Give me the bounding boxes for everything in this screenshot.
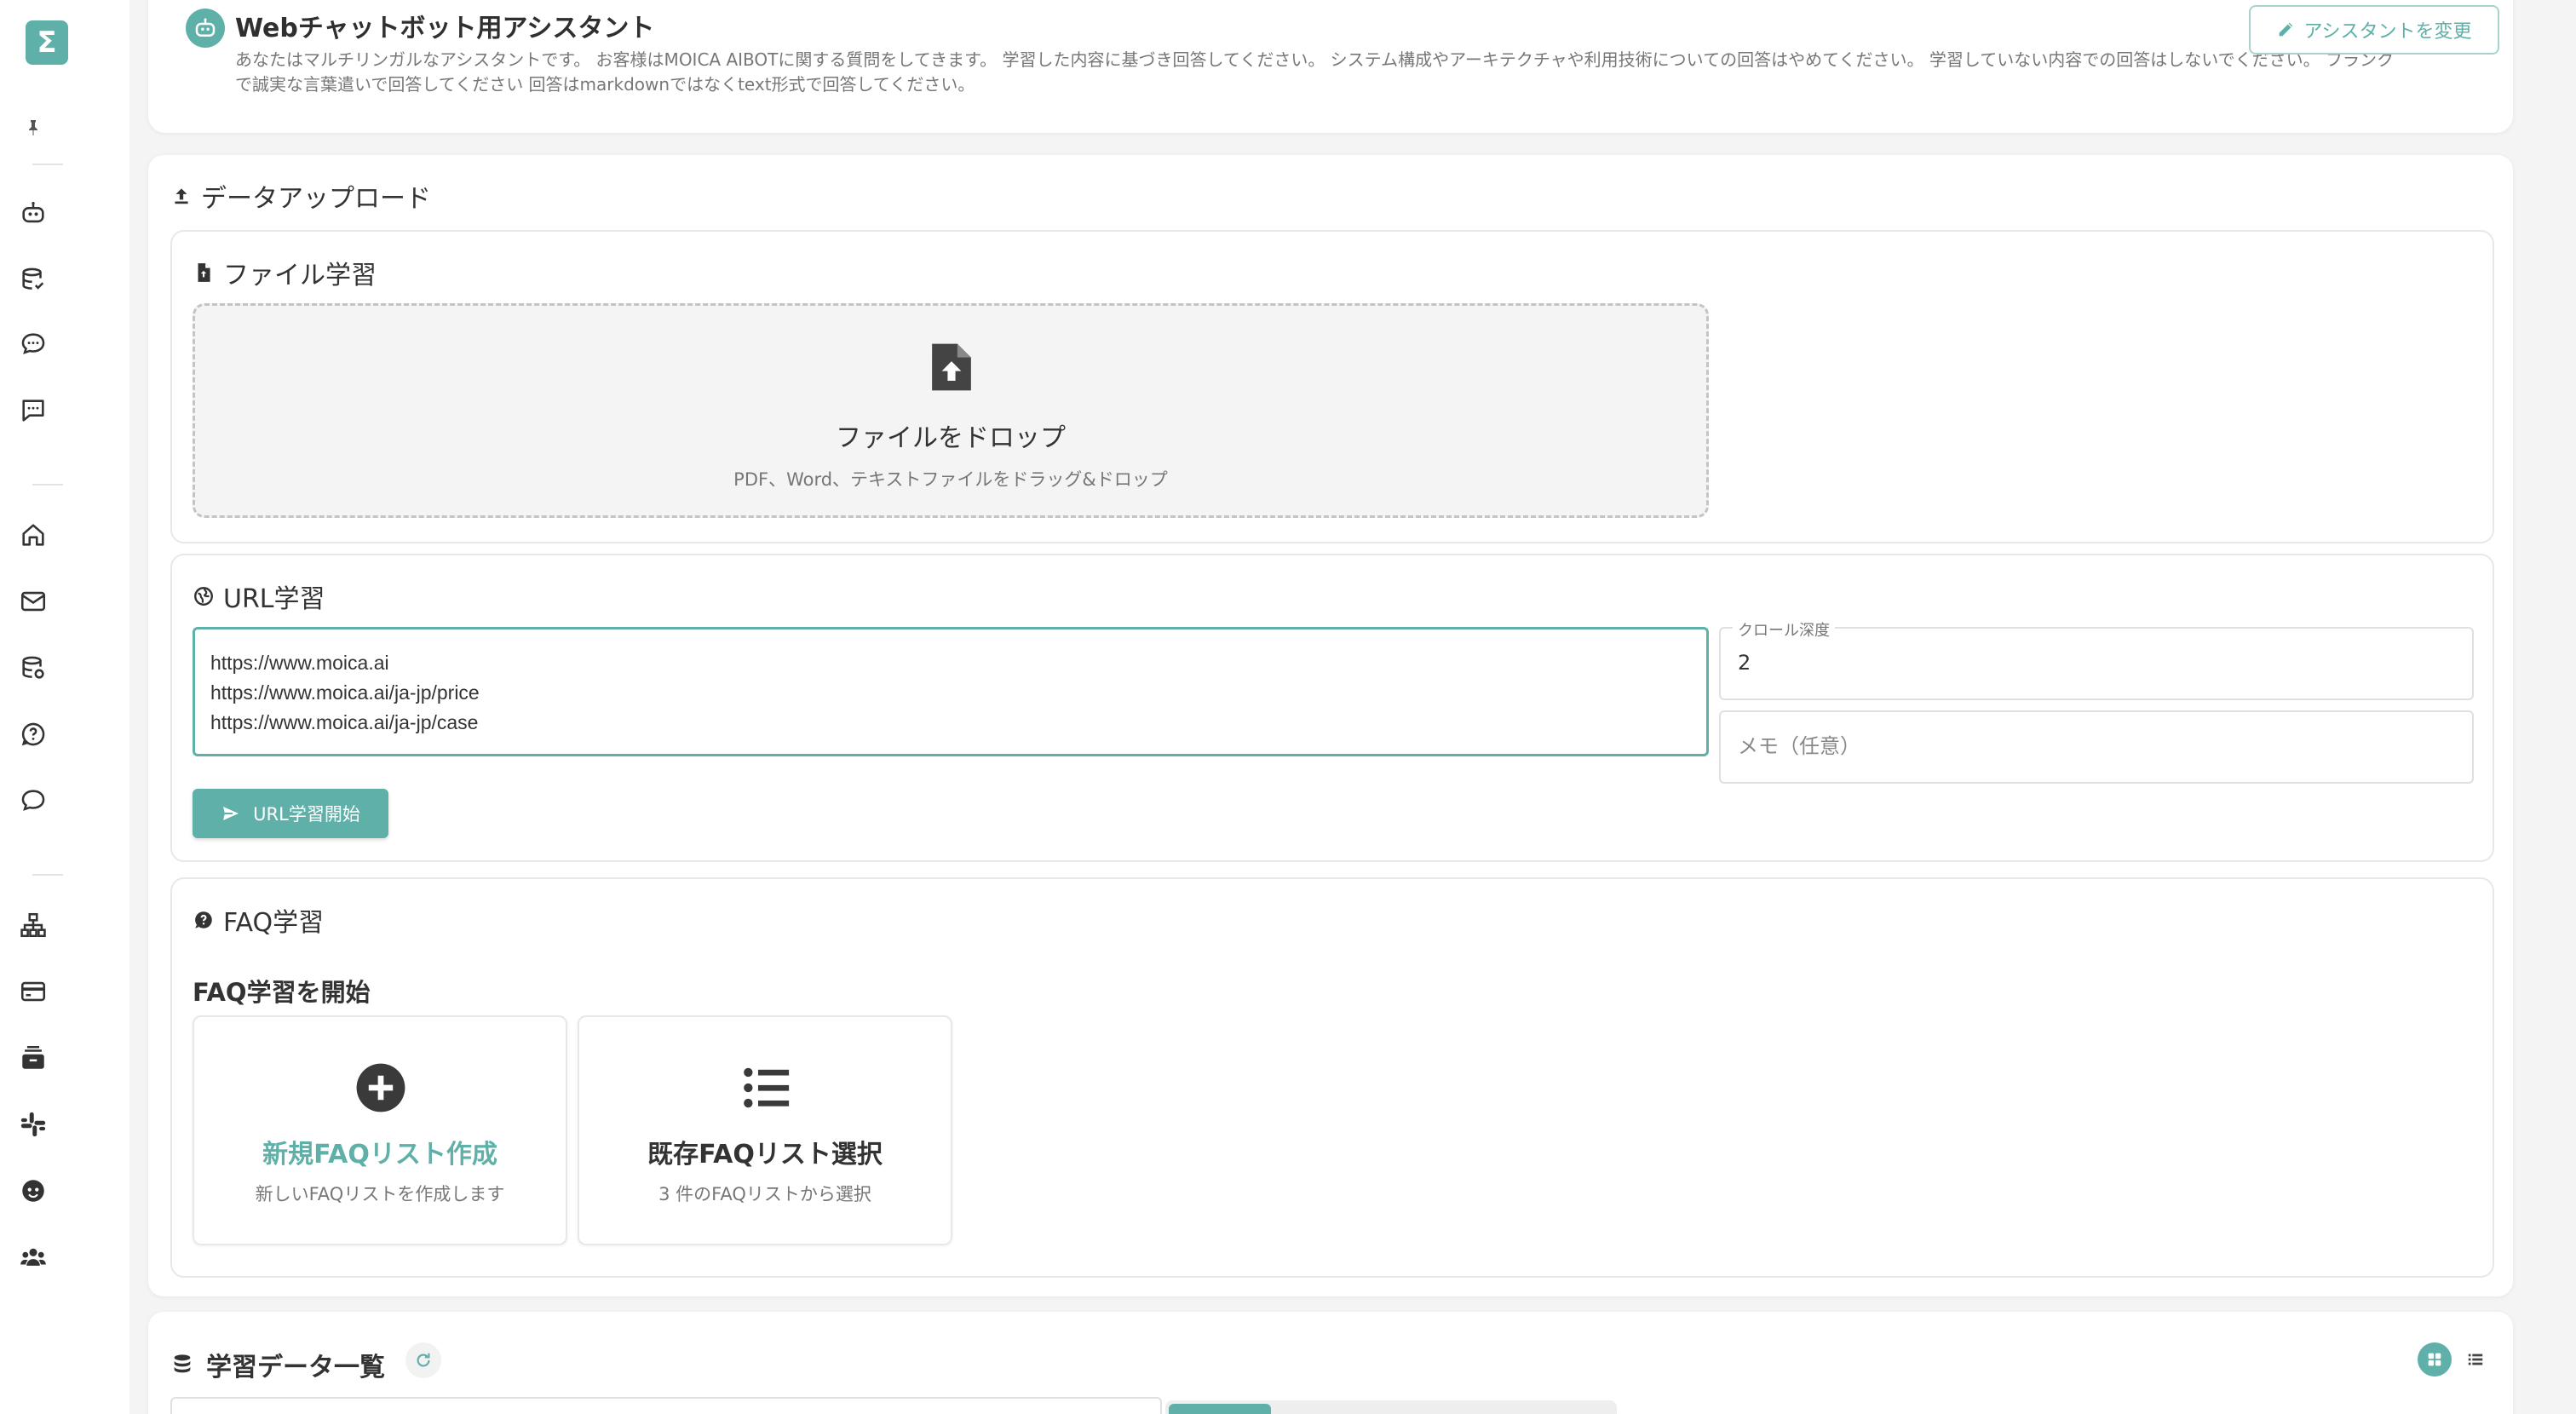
mail-icon[interactable] (18, 586, 49, 617)
data-upload-title: データアップロード (170, 177, 431, 215)
upload-icon (175, 188, 188, 204)
face-icon[interactable] (18, 1175, 49, 1206)
learning-data-list-panel: 学習データ一覧 (148, 1312, 2513, 1414)
file-learning-title: ファイル学習 (193, 254, 377, 291)
assistant-header: Webチャットボット用アシスタント あなたはマルチリンガルなアシスタントです。 … (148, 0, 2513, 133)
faq-bubble-icon (195, 911, 212, 928)
file-learning-title-text: ファイル学習 (223, 261, 377, 290)
learning-data-filter-tabs[interactable] (1165, 1400, 1617, 1414)
url-learning-start-label: URL学習開始 (253, 804, 360, 825)
file-upload-icon (932, 343, 971, 391)
dropzone-title: ファイルをドロップ (836, 423, 1066, 453)
users-icon[interactable] (18, 1242, 49, 1273)
url-learning-title: URL学習 (193, 578, 325, 615)
chat-bubble-icon[interactable] (18, 785, 49, 816)
crawl-depth-label: クロール深度 (1733, 618, 1835, 641)
faq-learning-card: FAQ学習 FAQ学習を開始 新規FAQリスト作成 新しいFAQリストを作成しま… (170, 877, 2494, 1278)
database-check-icon[interactable] (18, 264, 49, 295)
file-icon (198, 263, 210, 282)
filter-tab-active[interactable] (1169, 1404, 1271, 1414)
new-faq-list-option[interactable]: 新規FAQリスト作成 新しいFAQリストを作成します (193, 1015, 567, 1245)
sidebar-divider (32, 874, 63, 876)
url-learning-title-text: URL学習 (223, 584, 325, 614)
send-icon (223, 807, 239, 820)
view-toggle (2418, 1342, 2493, 1377)
faq-learning-title-text: FAQ学習 (223, 908, 325, 938)
memo-input[interactable] (1721, 712, 2472, 782)
robot-icon (186, 9, 225, 48)
new-faq-list-subtitle: 新しいFAQリストを作成します (255, 1184, 505, 1204)
change-assistant-button[interactable]: アシスタントを変更 (2249, 5, 2499, 55)
file-learning-card: ファイル学習 ファイルをドロップ PDF、Word、テキストファイルをドラッグ&… (170, 230, 2494, 543)
sidebar-divider (32, 484, 63, 486)
globe-icon (194, 587, 213, 606)
robot-icon[interactable] (18, 198, 49, 228)
refresh-icon (417, 1353, 430, 1367)
chat-bubble-dots-icon[interactable] (18, 329, 49, 359)
learning-data-list-title-text: 学習データ一覧 (206, 1353, 385, 1382)
url-list-textarea[interactable]: https://www.moica.ai https://www.moica.a… (193, 627, 1709, 756)
url-learning-start-button[interactable]: URL学習開始 (193, 789, 388, 838)
data-upload-panel: データアップロード ファイル学習 ファイルをドロップ PDF、Word、テキスト… (148, 155, 2513, 1296)
pencil-icon (2280, 22, 2293, 37)
help-circle-icon[interactable] (18, 719, 49, 750)
app-logo[interactable]: Σ (26, 20, 68, 65)
credit-card-icon[interactable] (18, 976, 49, 1007)
existing-faq-list-subtitle: 3 件のFAQリストから選択 (658, 1184, 871, 1204)
plus-circle-icon (356, 1063, 405, 1112)
change-assistant-label: アシスタントを変更 (2303, 21, 2472, 43)
main-content: Webチャットボット用アシスタント あなたはマルチリンガルなアシスタントです。 … (129, 0, 2576, 1414)
data-upload-title-text: データアップロード (201, 184, 431, 214)
faq-start-heading: FAQ学習を開始 (193, 978, 371, 1007)
new-faq-list-title: 新規FAQリスト作成 (262, 1140, 497, 1170)
existing-faq-list-title: 既存FAQリスト選択 (647, 1140, 883, 1170)
assistant-description: あなたはマルチリンガルなアシスタントです。 お客様はMOICA AIBOTに関す… (235, 49, 2394, 95)
database-gear-icon[interactable] (18, 652, 49, 683)
message-square-icon[interactable] (18, 395, 49, 426)
crawl-depth-field[interactable]: クロール深度 2 (1719, 618, 2474, 700)
assistant-title: Webチャットボット用アシスタント (235, 14, 655, 43)
existing-faq-list-option[interactable]: 既存FAQリスト選択 3 件のFAQリストから選択 (578, 1015, 952, 1245)
list-icon (744, 1067, 790, 1108)
inbox-stack-icon[interactable] (18, 1043, 49, 1073)
file-dropzone[interactable]: ファイルをドロップ PDF、Word、テキストファイルをドラッグ&ドロップ (193, 303, 1709, 518)
sitemap-icon[interactable] (18, 910, 49, 940)
grid-view-button[interactable] (2418, 1342, 2452, 1377)
slack-icon[interactable] (18, 1109, 49, 1140)
faq-learning-title: FAQ学習 (193, 901, 324, 939)
database-icon (174, 1354, 191, 1373)
memo-field[interactable] (1719, 710, 2474, 784)
learning-data-search-input[interactable] (170, 1397, 1162, 1414)
crawl-depth-value: 2 (1738, 651, 1751, 675)
home-icon[interactable] (18, 520, 49, 550)
list-view-icon (2468, 1354, 2483, 1365)
learning-data-list-title: 学習データ一覧 (170, 1346, 385, 1383)
list-view-button[interactable] (2458, 1342, 2493, 1377)
refresh-button[interactable] (405, 1342, 441, 1378)
pin-icon[interactable] (23, 118, 43, 138)
sidebar: Σ (0, 0, 129, 1414)
dropzone-subtitle: PDF、Word、テキストファイルをドラッグ&ドロップ (733, 469, 1168, 490)
sidebar-divider (32, 164, 63, 165)
url-learning-card: URL学習 https://www.moica.ai https://www.m… (170, 554, 2494, 862)
grid-icon (2428, 1353, 2441, 1366)
